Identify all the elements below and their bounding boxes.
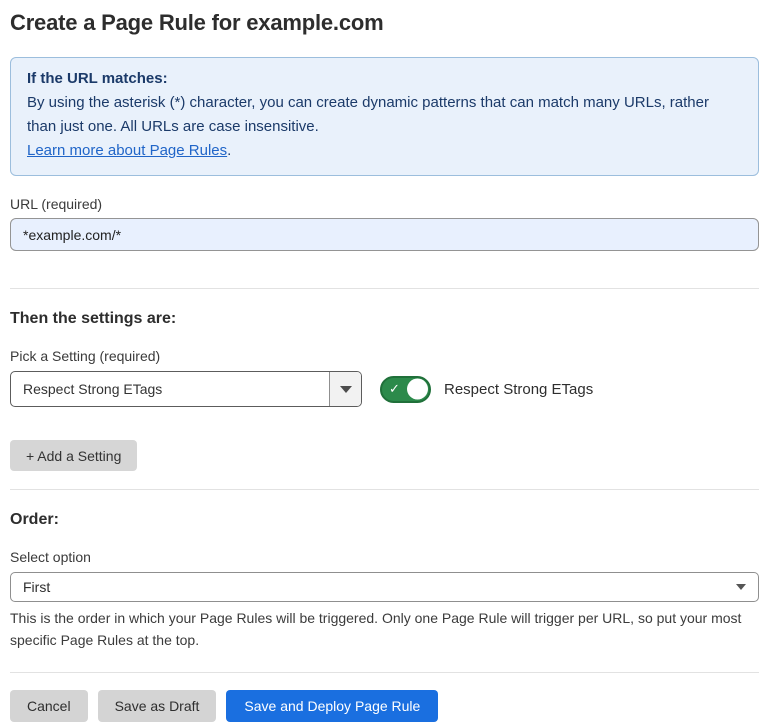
setting-toggle[interactable]: ✓: [380, 376, 431, 403]
section-divider: [10, 489, 759, 490]
footer-actions: Cancel Save as Draft Save and Deploy Pag…: [10, 690, 759, 722]
url-field-label: URL (required): [10, 196, 759, 212]
url-match-info-box: If the URL matches: By using the asteris…: [10, 57, 759, 176]
save-deploy-button[interactable]: Save and Deploy Page Rule: [226, 690, 438, 722]
setting-row: Respect Strong ETags ✓ Respect Strong ET…: [10, 371, 759, 407]
order-help-text: This is the order in which your Page Rul…: [10, 607, 759, 651]
setting-select[interactable]: Respect Strong ETags: [10, 371, 362, 407]
pick-setting-label: Pick a Setting (required): [10, 348, 759, 364]
learn-more-link[interactable]: Learn more about Page Rules: [27, 142, 227, 159]
settings-section-heading: Then the settings are:: [10, 310, 759, 328]
section-divider: [10, 288, 759, 289]
add-setting-button[interactable]: + Add a Setting: [10, 440, 137, 471]
link-period: .: [227, 142, 231, 159]
chevron-down-icon: [736, 584, 746, 590]
order-select[interactable]: First: [10, 572, 759, 602]
order-select-value: First: [23, 579, 50, 595]
url-input[interactable]: [10, 218, 759, 251]
cancel-button[interactable]: Cancel: [10, 690, 88, 722]
toggle-knob: [407, 379, 428, 400]
order-section-heading: Order:: [10, 511, 759, 529]
page-title: Create a Page Rule for example.com: [10, 10, 759, 36]
setting-select-arrow-button[interactable]: [329, 372, 361, 406]
page-rule-form: Create a Page Rule for example.com If th…: [0, 0, 769, 722]
toggle-label: Respect Strong ETags: [444, 381, 593, 398]
chevron-down-icon: [340, 386, 352, 393]
info-box-link-line: Learn more about Page Rules.: [27, 139, 742, 163]
order-select-label: Select option: [10, 549, 759, 565]
save-draft-button[interactable]: Save as Draft: [98, 690, 217, 722]
check-icon: ✓: [389, 382, 400, 395]
footer-divider: [10, 672, 759, 673]
info-box-heading: If the URL matches:: [27, 67, 742, 91]
setting-select-value: Respect Strong ETags: [11, 372, 329, 406]
info-box-body: By using the asterisk (*) character, you…: [27, 91, 742, 139]
